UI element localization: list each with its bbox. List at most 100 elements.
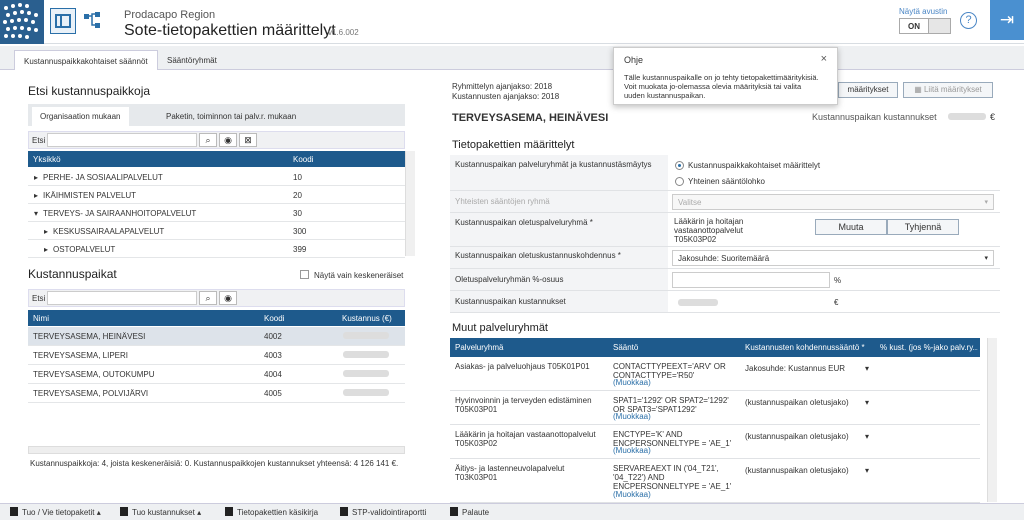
clear-button[interactable]: Tyhjennä [887, 219, 959, 235]
unit-name: PERHE- JA SOSIAALIPALVELUT [43, 173, 163, 182]
layout-view-button[interactable] [50, 8, 76, 34]
help-icon[interactable]: ? [960, 12, 977, 29]
kp-search-input[interactable] [47, 291, 197, 305]
blurred-cost-value [343, 370, 389, 377]
edit-link[interactable]: (Muokkaa) [613, 490, 651, 499]
chevron-down-icon[interactable]: ▾ [865, 432, 869, 441]
allocation-rule: (kustannuspaikan oletusjako) [745, 398, 849, 407]
edit-link[interactable]: (Muokkaa) [613, 378, 651, 387]
list-item[interactable]: ▸ KESKUSSAIRAALAPALVELUT 300 [28, 222, 405, 240]
unit-name: OSTOPALVELUT [53, 245, 116, 254]
other-groups-title: Muut palveluryhmät [452, 322, 548, 334]
subtab-by-organization[interactable]: Organisaation mukaan [32, 107, 129, 126]
paste-definitions-button[interactable]: ▦ Liitä määritykset [903, 82, 993, 98]
search-icon[interactable]: ⌕ [199, 291, 217, 305]
list-item[interactable]: ▸ PERHE- JA SOSIAALIPALVELUT 10 [28, 168, 405, 186]
table-row[interactable]: TERVEYSASEMA, LIPERI 4003 [28, 346, 405, 365]
edit-link[interactable]: (Muokkaa) [613, 412, 651, 421]
table-row[interactable]: Asiakas- ja palveluohjaus T05K01P01 CONTA… [450, 357, 980, 391]
eye-icon[interactable]: ◉ [219, 133, 237, 147]
eye-icon[interactable]: ◉ [219, 291, 237, 305]
file-icon [120, 507, 128, 516]
grid-scrollbar[interactable] [987, 338, 997, 502]
book-icon [225, 507, 233, 516]
col-unit: Yksikkö [33, 155, 61, 164]
col-cost: Kustannus (€) [342, 314, 392, 323]
table-row[interactable]: Äitiys- ja lastenneuvolapalvelut T03K03P… [450, 459, 980, 503]
only-incomplete-checkbox[interactable] [300, 270, 309, 279]
col-rule: Sääntö [613, 343, 639, 352]
tooltip-body: Tälle kustannuspaikalle on jo tehty tiet… [624, 73, 819, 100]
allocation-rule: (kustannuspaikan oletusjako) [745, 432, 849, 441]
chevron-down-icon[interactable]: ▾ [865, 398, 869, 407]
cost-center-name: TERVEYSASEMA, LIPERI [33, 351, 128, 360]
bottom-item-label: Tietopakettien käsikirja [237, 508, 319, 517]
toggle-value: ON [908, 22, 920, 31]
subtab-by-package[interactable]: Paketin, toiminnon tai palv.r. mukaan [158, 107, 304, 126]
logout-icon[interactable]: ⇥ [990, 0, 1024, 40]
table-row[interactable]: TERVEYSASEMA, OUTOKUMPU 4004 [28, 365, 405, 384]
list-item[interactable]: ▸ OSTOPALVELUT 399 [28, 240, 405, 258]
other-groups-header: Palveluryhmä Sääntö Kustannusten kohdenn… [450, 338, 980, 357]
app-version: v1.6.002 [328, 28, 359, 37]
clear-icon[interactable]: ⊠ [239, 133, 257, 147]
change-button[interactable]: Muuta [815, 219, 887, 235]
unit-code: 399 [293, 245, 307, 254]
tooltip-title: Ohje [624, 55, 644, 65]
allocation-rule: Jakosuhde: Kustannus EUR [745, 364, 846, 373]
blurred-cost-value [343, 351, 389, 358]
app-title: Sote-tietopakettien määrittelyt [124, 22, 336, 39]
table-row[interactable]: Hyvinvoinnin ja terveyden edistäminen T0… [450, 391, 980, 425]
hierarchy-view-button[interactable] [80, 8, 106, 34]
field-service-groups: Kustannuspaikan palveluryhmät ja kustann… [450, 155, 1000, 191]
file-icon [10, 507, 18, 516]
validation-report-button[interactable]: STP-validointiraportti [340, 507, 426, 517]
assistant-toggle[interactable]: ON [899, 18, 951, 34]
tree-arrow-icon: ▾ [34, 209, 39, 218]
selected-cost-center: TERVEYSASEMA, HEINÄVESI [452, 112, 609, 124]
share-input[interactable] [672, 272, 830, 288]
allocation-select[interactable]: Jakosuhde: Suoritemäärä ▾ [672, 250, 994, 266]
euro-sign: € [990, 112, 996, 122]
edit-link[interactable]: (Muokkaa) [613, 446, 651, 455]
chevron-down-icon[interactable]: ▾ [865, 466, 869, 475]
table-row[interactable]: TERVEYSASEMA, POLVIJÄRVI 4005 [28, 384, 405, 403]
chevron-down-icon[interactable]: ▾ [865, 364, 869, 373]
table-row[interactable]: TERVEYSASEMA, HEINÄVESI 4002 [28, 327, 405, 346]
columns-icon [55, 14, 71, 28]
close-icon[interactable]: × [821, 53, 827, 65]
bottom-toolbar: Tuo / Vie tietopaketit ▴ Tuo kustannukse… [0, 503, 1024, 520]
find-subtabs: Organisaation mukaan Paketin, toiminnon … [28, 104, 405, 126]
col-code: Koodi [293, 155, 314, 164]
radio-shared-label: Yhteinen sääntölohko [688, 177, 765, 186]
list-item[interactable]: ▾ TERVEYS- JA SAIRAANHOITOPALVELUT 30 [28, 204, 405, 222]
org-search-input[interactable] [47, 133, 197, 147]
rule-text: SERVAREAEXT IN ('04_T21', '04_T22') AND … [613, 464, 732, 491]
help-tooltip: Ohje × Tälle kustannuspaikalle on jo teh… [613, 47, 838, 105]
col-group: Palveluryhmä [455, 343, 504, 352]
select-value: Valitse [678, 198, 702, 207]
kp-horizontal-scrollbar[interactable] [28, 446, 405, 454]
search-label: Etsi [32, 136, 46, 145]
radio-shared-block[interactable] [675, 177, 684, 186]
tab-cost-center-rules[interactable]: Kustannuspaikkakohtaiset säännöt [14, 50, 158, 70]
org-table-scrollbar[interactable] [405, 151, 415, 256]
group-name: Äitiys- ja lastenneuvolapalvelut T03K03P… [455, 464, 565, 482]
import-export-packages-button[interactable]: Tuo / Vie tietopaketit ▴ [10, 507, 101, 517]
list-item[interactable]: ▸ IKÄIHMISTEN PALVELUT 20 [28, 186, 405, 204]
table-row[interactable]: Lääkärin ja hoitajan vastaanottopalvelut… [450, 425, 980, 459]
cost-center-code: 4002 [264, 332, 282, 341]
paste-label: Liitä määritykset [923, 85, 982, 94]
feedback-button[interactable]: Palaute [450, 507, 489, 517]
org-name: Prodacapo Region [124, 9, 216, 21]
search-icon[interactable]: ⌕ [199, 133, 217, 147]
cost-center-code: 4005 [264, 389, 282, 398]
bottom-item-label: Palaute [462, 508, 490, 517]
import-costs-button[interactable]: Tuo kustannukset ▴ [120, 507, 201, 517]
copy-definitions-button[interactable]: määritykset [838, 82, 898, 98]
common-group-select[interactable]: Valitse ▾ [672, 194, 994, 210]
radio-own-definitions[interactable] [675, 161, 684, 170]
select-value: Jakosuhde: Suoritemäärä [678, 254, 770, 263]
tab-rule-groups[interactable]: Sääntöryhmät [158, 50, 226, 70]
handbook-button[interactable]: Tietopakettien käsikirja [225, 507, 318, 517]
